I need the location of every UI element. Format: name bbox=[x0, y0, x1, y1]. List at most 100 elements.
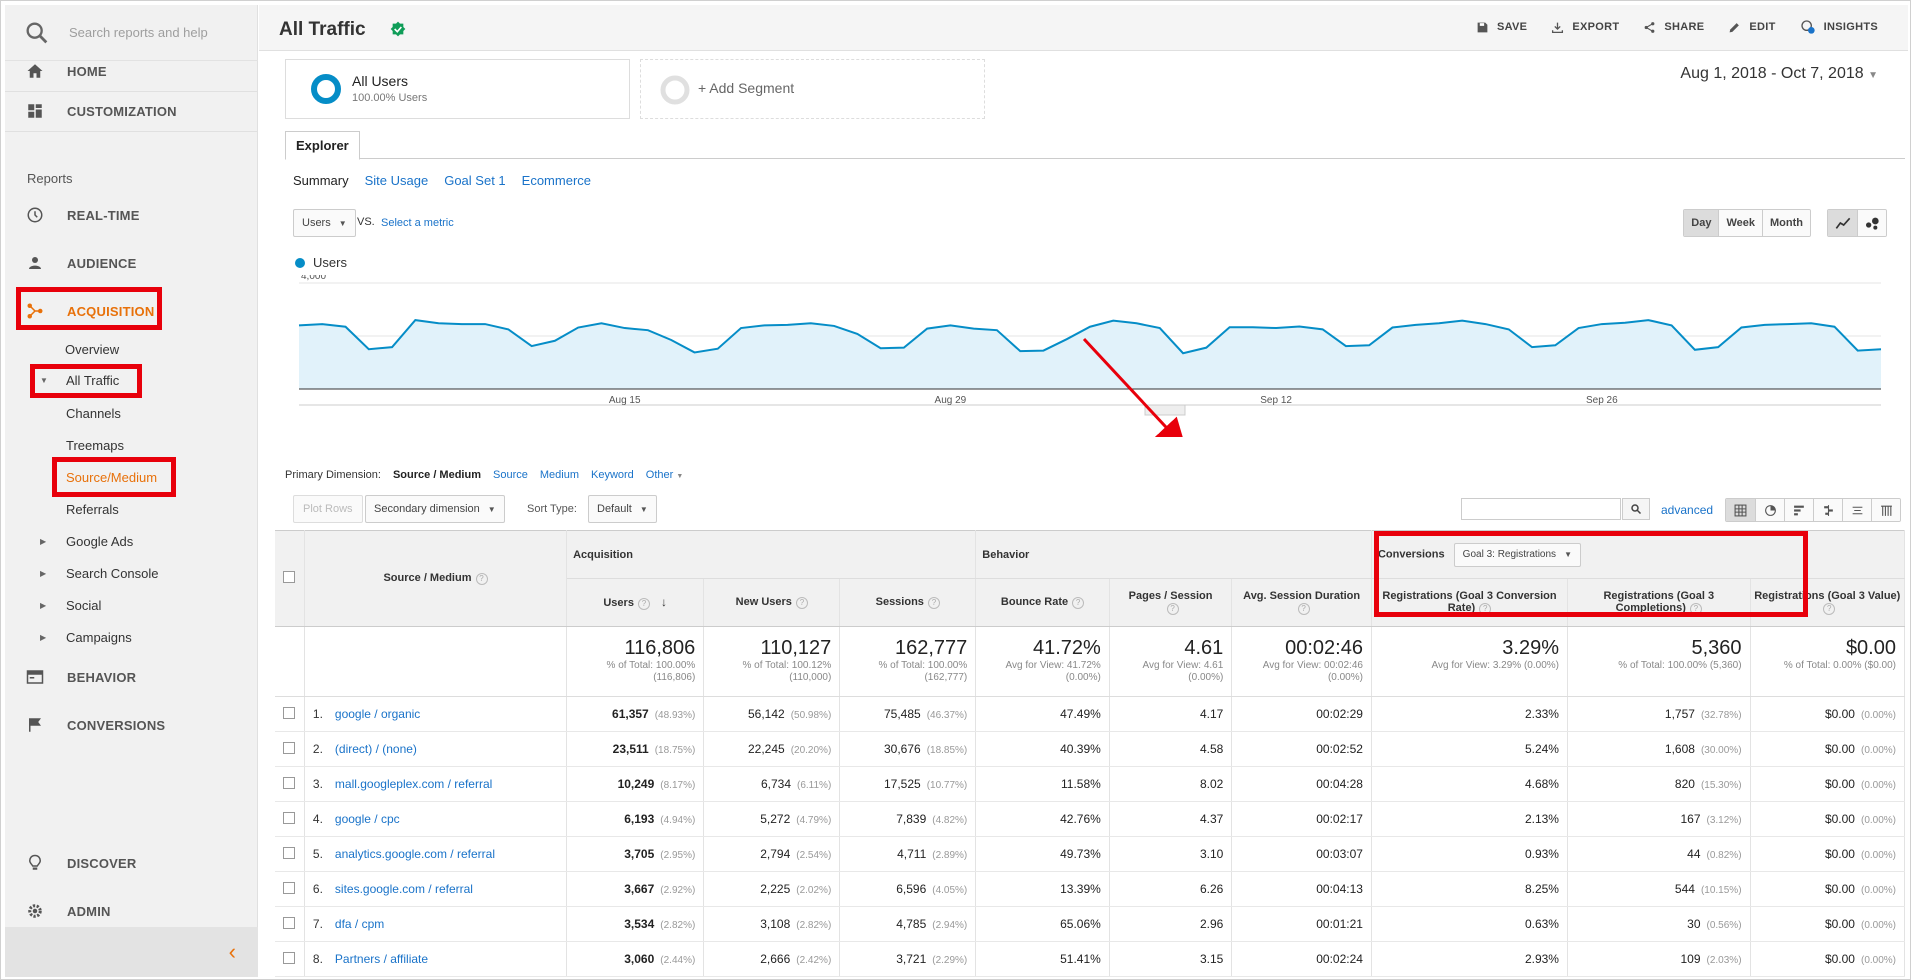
totals-value: 4.61 bbox=[1184, 637, 1224, 659]
totals-subtext: % of Total: 100.00% bbox=[878, 660, 968, 671]
sidebar-item-conversions[interactable]: CONVERSIONS bbox=[5, 701, 258, 749]
segment-all-users[interactable]: All Users 100.00% Users bbox=[285, 59, 630, 119]
subtab-goal-set[interactable]: Goal Set 1 bbox=[444, 173, 505, 188]
totals-subtext: (110,000) bbox=[789, 672, 832, 683]
source-medium-link[interactable]: mall.googleplex.com / referral bbox=[335, 777, 492, 791]
sessions-cell: 3,721 (2.29%) bbox=[839, 941, 977, 977]
duration-value: 00:04:28 bbox=[1316, 777, 1363, 791]
dimension-option-other[interactable]: Other ▼ bbox=[646, 469, 684, 481]
help-icon[interactable]: ? bbox=[1823, 603, 1836, 615]
col-header-users[interactable]: Users? ↓ bbox=[566, 578, 705, 627]
col-header-sessions[interactable]: Sessions? bbox=[839, 578, 977, 627]
row-checkbox[interactable] bbox=[283, 881, 296, 894]
pivot-view-button[interactable] bbox=[1871, 499, 1900, 521]
col-header-avg-duration[interactable]: Avg. Session Duration? bbox=[1231, 578, 1372, 627]
secondary-dimension-select[interactable]: Secondary dimension ▼ bbox=[365, 495, 505, 523]
help-icon[interactable]: ? bbox=[795, 597, 808, 609]
help-icon[interactable]: ? bbox=[927, 597, 940, 609]
sidebar-item-search-console[interactable]: ▶ Search Console bbox=[40, 566, 159, 581]
source-medium-link[interactable]: dfa / cpm bbox=[335, 917, 384, 931]
metric-select[interactable]: Users ▼ bbox=[293, 209, 356, 237]
row-index: 4. bbox=[312, 812, 323, 826]
percentage-view-button[interactable] bbox=[1755, 499, 1784, 521]
help-icon[interactable]: ? bbox=[1072, 597, 1085, 609]
source-medium-link[interactable]: sites.google.com / referral bbox=[335, 882, 473, 896]
subtab-site-usage[interactable]: Site Usage bbox=[365, 173, 429, 188]
new-users-cell: 2,225 (2.02%) bbox=[703, 871, 841, 907]
sidebar-item-social[interactable]: ▶ Social bbox=[40, 598, 101, 613]
row-checkbox[interactable] bbox=[283, 811, 296, 824]
source-medium-link[interactable]: google / cpc bbox=[335, 812, 400, 826]
save-button[interactable]: SAVE bbox=[1476, 19, 1527, 35]
add-segment-button[interactable]: + Add Segment bbox=[640, 59, 985, 119]
sidebar-item-channels[interactable]: Channels bbox=[66, 406, 121, 421]
month-button[interactable]: Month bbox=[1762, 210, 1810, 236]
totals-cell: 3.29% Avg for View: 3.29% (0.00%) bbox=[1371, 626, 1568, 697]
subtab-ecommerce[interactable]: Ecommerce bbox=[522, 173, 591, 188]
term-cloud-button[interactable] bbox=[1842, 499, 1871, 521]
row-checkbox[interactable] bbox=[283, 776, 296, 789]
sessions-percent: (2.94%) bbox=[932, 920, 968, 931]
tab-explorer[interactable]: Explorer bbox=[285, 131, 360, 160]
dimension-option-keyword[interactable]: Keyword bbox=[591, 469, 634, 481]
collapse-sidebar-bar[interactable]: ‹ bbox=[5, 927, 258, 977]
help-icon[interactable]: ? bbox=[1166, 603, 1179, 615]
sidebar-item-discover[interactable]: DISCOVER bbox=[5, 839, 258, 887]
insights-button[interactable]: INSIGHTS bbox=[1800, 19, 1878, 35]
sidebar-item-treemaps[interactable]: Treemaps bbox=[66, 438, 124, 453]
col-header-bounce-rate[interactable]: Bounce Rate? bbox=[975, 578, 1110, 627]
help-icon[interactable]: ? bbox=[475, 573, 488, 585]
col-header-pages-session[interactable]: Pages / Session? bbox=[1109, 578, 1233, 627]
help-icon[interactable]: ? bbox=[637, 598, 650, 610]
dimension-option-medium[interactable]: Medium bbox=[540, 469, 579, 481]
source-medium-link[interactable]: google / organic bbox=[335, 707, 420, 721]
select-metric-link[interactable]: Select a metric bbox=[381, 217, 454, 229]
dimension-option-source[interactable]: Source bbox=[493, 469, 528, 481]
sidebar-item-referrals[interactable]: Referrals bbox=[66, 502, 119, 517]
new-users-value: 2,794 bbox=[760, 847, 791, 861]
share-button[interactable]: SHARE bbox=[1643, 19, 1704, 35]
row-checkbox[interactable] bbox=[283, 706, 296, 719]
sidebar-item-audience[interactable]: AUDIENCE bbox=[5, 239, 258, 287]
search-input[interactable]: Search reports and help bbox=[69, 25, 208, 40]
plot-rows-button[interactable]: Plot Rows bbox=[293, 495, 363, 523]
sidebar-item-overview[interactable]: Overview bbox=[65, 342, 119, 357]
row-checkbox[interactable] bbox=[283, 916, 296, 929]
day-button[interactable]: Day bbox=[1684, 210, 1719, 236]
date-range-picker[interactable]: Aug 1, 2018 - Oct 7, 2018 ▼ bbox=[1680, 65, 1878, 83]
users-cell: 61,357 (48.93%) bbox=[566, 696, 705, 732]
week-button[interactable]: Week bbox=[1718, 210, 1763, 236]
help-icon[interactable]: ? bbox=[1297, 603, 1310, 615]
sidebar-item-campaigns[interactable]: ▶ Campaigns bbox=[40, 630, 132, 645]
search-icon bbox=[26, 22, 48, 43]
segment-name: All Users bbox=[352, 73, 409, 89]
sidebar-item-behavior[interactable]: BEHAVIOR bbox=[5, 653, 258, 701]
row-checkbox[interactable] bbox=[283, 846, 296, 859]
sidebar-item-google-ads[interactable]: ▶ Google Ads bbox=[40, 534, 133, 549]
source-medium-link[interactable]: Partners / affiliate bbox=[335, 952, 428, 966]
sort-type-select[interactable]: Default ▼ bbox=[588, 495, 657, 523]
advanced-filter-link[interactable]: advanced bbox=[1661, 503, 1713, 517]
edit-button[interactable]: EDIT bbox=[1728, 19, 1775, 35]
sidebar-item-realtime[interactable]: REAL-TIME bbox=[5, 191, 258, 239]
sort-desc-icon[interactable]: ↓ bbox=[661, 595, 667, 609]
row-checkbox[interactable] bbox=[283, 741, 296, 754]
motion-chart-button[interactable] bbox=[1857, 210, 1886, 236]
comparison-view-button[interactable] bbox=[1813, 499, 1842, 521]
other-label: Other bbox=[645, 469, 674, 481]
performance-view-button[interactable] bbox=[1784, 499, 1813, 521]
export-button[interactable]: EXPORT bbox=[1551, 19, 1619, 35]
source-medium-link[interactable]: (direct) / (none) bbox=[335, 742, 417, 756]
source-medium-link[interactable]: analytics.google.com / referral bbox=[335, 847, 495, 861]
dimension-header[interactable]: Source / Medium? bbox=[304, 530, 568, 627]
data-view-button[interactable] bbox=[1726, 499, 1755, 521]
sidebar-item-customization[interactable]: CUSTOMIZATION bbox=[5, 87, 258, 135]
table-filter-input[interactable] bbox=[1461, 498, 1621, 520]
select-all-checkbox[interactable] bbox=[283, 571, 296, 583]
chevron-left-icon[interactable]: ‹ bbox=[229, 939, 236, 965]
line-chart-button[interactable] bbox=[1828, 210, 1857, 236]
row-checkbox[interactable] bbox=[283, 951, 296, 964]
subtab-summary[interactable]: Summary bbox=[293, 173, 349, 188]
col-header-new-users[interactable]: New Users? bbox=[703, 578, 841, 627]
table-search-button[interactable] bbox=[1622, 498, 1650, 520]
